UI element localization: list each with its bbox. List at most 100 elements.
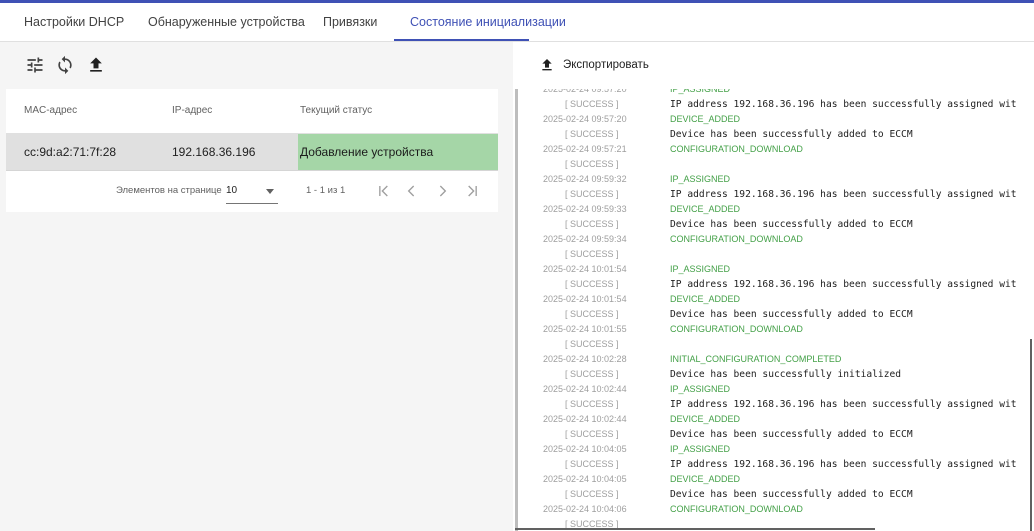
log-timestamp: 2025-02-24 10:01:55 bbox=[543, 324, 627, 334]
dropdown-arrow-icon bbox=[266, 189, 274, 194]
log-status: [ SUCCESS ] bbox=[565, 99, 619, 109]
log-timestamp: 2025-02-24 10:04:05 bbox=[543, 474, 627, 484]
log-timestamp: 2025-02-24 10:04:05 bbox=[543, 444, 627, 454]
log-line: [ SUCCESS ] IP address 192.168.36.196 has… bbox=[513, 457, 1034, 472]
tune-icon[interactable] bbox=[25, 55, 45, 75]
log-line: 2025-02-24 10:02:44 IP_ASSIGNED bbox=[513, 382, 1034, 397]
log-event: CONFIGURATION_DOWNLOAD bbox=[670, 144, 803, 154]
log-scrollbar[interactable] bbox=[1030, 339, 1032, 531]
log-line: 2025-02-24 09:57:21 CONFIGURATION_DOWNLOA… bbox=[513, 142, 1034, 157]
tab-bindings[interactable]: Привязки bbox=[323, 3, 377, 41]
log-status: [ SUCCESS ] bbox=[565, 159, 619, 169]
log-message: Device has been successfully added to EC… bbox=[670, 309, 913, 320]
log-timestamp: 2025-02-24 09:59:32 bbox=[543, 174, 627, 184]
log-panel: Экспортировать 2025-02-24 09:57:20 IP_ASS… bbox=[513, 42, 1034, 531]
log-line: 2025-02-24 10:02:28 INITIAL_CONFIGURATION… bbox=[513, 352, 1034, 367]
tab-initialization-state[interactable]: Состояние инициализации bbox=[410, 3, 566, 41]
log-status: [ SUCCESS ] bbox=[565, 129, 619, 139]
log-line: 2025-02-24 10:01:54 IP_ASSIGNED bbox=[513, 262, 1034, 277]
log-message: IP address 192.168.36.196 has been succe… bbox=[670, 99, 1017, 110]
log-status: [ SUCCESS ] bbox=[565, 459, 619, 469]
log-status: [ SUCCESS ] bbox=[565, 219, 619, 229]
column-header-mac[interactable]: MAC-адрес bbox=[24, 89, 77, 133]
log-status: [ SUCCESS ] bbox=[565, 399, 619, 409]
column-header-status[interactable]: Текущий статус bbox=[300, 89, 372, 133]
log-event: CONFIGURATION_DOWNLOAD bbox=[670, 324, 803, 334]
log-event: DEVICE_ADDED bbox=[670, 414, 741, 424]
log-line: [ SUCCESS ] IP address 192.168.36.196 has… bbox=[513, 397, 1034, 412]
log-message: IP address 192.168.36.196 has been succe… bbox=[670, 279, 1017, 290]
export-label: Экспортировать bbox=[563, 59, 649, 71]
log-line: [ SUCCESS ] IP address 192.168.36.196 has… bbox=[513, 277, 1034, 292]
log-event: IP_ASSIGNED bbox=[670, 174, 731, 184]
log-event: CONFIGURATION_DOWNLOAD bbox=[670, 234, 803, 244]
log-status: [ SUCCESS ] bbox=[565, 249, 619, 259]
log-line: [ SUCCESS ] Device has been successfully … bbox=[513, 427, 1034, 442]
log-message: Device has been successfully added to EC… bbox=[670, 129, 913, 140]
log-message: IP address 192.168.36.196 has been succe… bbox=[670, 399, 1017, 410]
items-per-page-value: 10 bbox=[226, 185, 238, 196]
tab-dhcp-settings[interactable]: Настройки DHCP bbox=[24, 3, 124, 41]
log-left-border bbox=[515, 89, 518, 531]
log-message: Device has been successfully added to EC… bbox=[670, 429, 913, 440]
devices-panel: MAC-адрес IP-адрес Текущий статус cc:9d:… bbox=[6, 42, 498, 212]
log-timestamp: 2025-02-24 10:01:54 bbox=[543, 264, 627, 274]
active-tab-indicator bbox=[394, 39, 529, 41]
first-page-icon[interactable] bbox=[374, 181, 394, 201]
mac-address-cell: cc:9d:a2:71:7f:28 bbox=[24, 145, 117, 159]
log-message: Device has been successfully added to EC… bbox=[670, 489, 913, 500]
log-event: DEVICE_ADDED bbox=[670, 114, 741, 124]
log-message: IP address 192.168.36.196 has been succe… bbox=[670, 189, 1017, 200]
log-timestamp: 2025-02-24 09:59:34 bbox=[543, 234, 627, 244]
page-range-label: 1 - 1 из 1 bbox=[306, 185, 346, 196]
log-line: 2025-02-24 09:57:20 DEVICE_ADDED bbox=[513, 112, 1034, 127]
log-status: [ SUCCESS ] bbox=[565, 489, 619, 499]
log-event: DEVICE_ADDED bbox=[670, 204, 741, 214]
log-horizontal-scrollbar[interactable] bbox=[515, 528, 875, 530]
log-line: 2025-02-24 09:59:33 DEVICE_ADDED bbox=[513, 202, 1034, 217]
paginator: Элементов на странице 10 1 - 1 из 1 bbox=[6, 171, 498, 212]
devices-toolbar bbox=[6, 42, 498, 89]
column-header-ip[interactable]: IP-адрес bbox=[172, 89, 212, 133]
log-line: [ SUCCESS ] bbox=[513, 337, 1034, 352]
log-timestamp: 2025-02-24 09:57:20 bbox=[543, 89, 627, 94]
previous-page-icon[interactable] bbox=[402, 181, 422, 201]
tab-discovered-devices[interactable]: Обнаруженные устройства bbox=[148, 3, 305, 41]
log-event: INITIAL_CONFIGURATION_COMPLETED bbox=[670, 354, 842, 364]
log-timestamp: 2025-02-24 10:04:06 bbox=[543, 504, 627, 514]
log-event: IP_ASSIGNED bbox=[670, 264, 731, 274]
log-status: [ SUCCESS ] bbox=[565, 309, 619, 319]
log-status: [ SUCCESS ] bbox=[565, 429, 619, 439]
items-per-page-label: Элементов на странице bbox=[116, 185, 222, 196]
next-page-icon[interactable] bbox=[432, 181, 452, 201]
log-line: [ SUCCESS ] IP address 192.168.36.196 has… bbox=[513, 97, 1034, 112]
log-event: IP_ASSIGNED bbox=[670, 444, 731, 454]
log-message: Device has been successfully initialized bbox=[670, 369, 902, 380]
log-line: [ SUCCESS ] IP address 192.168.36.196 has… bbox=[513, 187, 1034, 202]
log-timestamp: 2025-02-24 09:57:21 bbox=[543, 144, 627, 154]
table-row[interactable]: cc:9d:a2:71:7f:28 192.168.36.196 Добавле… bbox=[6, 134, 498, 171]
log-line: 2025-02-24 10:04:05 IP_ASSIGNED bbox=[513, 442, 1034, 457]
log-line: [ SUCCESS ] Device has been successfully … bbox=[513, 307, 1034, 322]
log-timestamp: 2025-02-24 09:57:20 bbox=[543, 114, 627, 124]
export-icon bbox=[542, 59, 552, 71]
log-line: [ SUCCESS ] bbox=[513, 157, 1034, 172]
items-per-page-select[interactable]: 10 bbox=[226, 181, 278, 204]
upload-icon[interactable] bbox=[86, 55, 106, 75]
log-message: Device has been successfully added to EC… bbox=[670, 219, 913, 230]
log-timestamp: 2025-02-24 10:02:44 bbox=[543, 414, 627, 424]
log-line: [ SUCCESS ] Device has been successfully … bbox=[513, 367, 1034, 382]
log-status: [ SUCCESS ] bbox=[565, 189, 619, 199]
log-status: [ SUCCESS ] bbox=[565, 339, 619, 349]
log-viewer[interactable]: 2025-02-24 09:57:20 IP_ASSIGNED [ SUCCESS … bbox=[513, 89, 1034, 531]
log-timestamp: 2025-02-24 10:02:44 bbox=[543, 384, 627, 394]
log-line: [ SUCCESS ] Device has been successfully … bbox=[513, 487, 1034, 502]
last-page-icon[interactable] bbox=[462, 181, 482, 201]
log-line: [ SUCCESS ] bbox=[513, 247, 1034, 262]
log-line: 2025-02-24 09:59:32 IP_ASSIGNED bbox=[513, 172, 1034, 187]
log-line: 2025-02-24 10:01:55 CONFIGURATION_DOWNLOA… bbox=[513, 322, 1034, 337]
ip-address-cell: 192.168.36.196 bbox=[172, 145, 256, 159]
sync-icon[interactable] bbox=[55, 55, 75, 75]
log-line: 2025-02-24 10:01:54 DEVICE_ADDED bbox=[513, 292, 1034, 307]
log-timestamp: 2025-02-24 09:59:33 bbox=[543, 204, 627, 214]
